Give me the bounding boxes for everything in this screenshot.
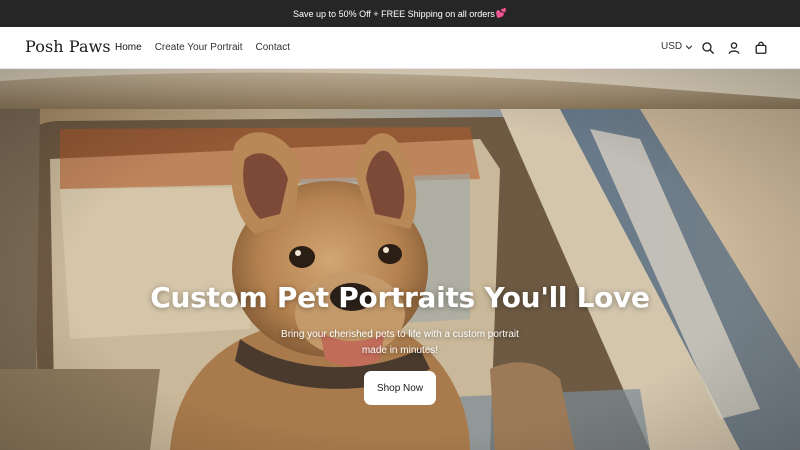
nav-contact[interactable]: Contact (256, 41, 290, 55)
nav-create-portrait[interactable]: Create Your Portrait (155, 41, 243, 55)
site-header: Posh Paws Home Create Your Portrait Cont… (0, 27, 800, 69)
heart-emoji: 💕 (495, 8, 507, 18)
cart-icon[interactable] (754, 41, 768, 55)
hero-title: Custom Pet Portraits You'll Love (150, 281, 650, 314)
main-nav: Home Create Your Portrait Contact (115, 41, 303, 55)
announcement-text: Save up to 50% Off + FREE Shipping on al… (293, 8, 495, 19)
announcement-bar: Save up to 50% Off + FREE Shipping on al… (0, 0, 800, 27)
shop-now-button[interactable]: Shop Now (364, 371, 436, 405)
store-logo[interactable]: Posh Paws (25, 37, 111, 56)
account-icon[interactable] (727, 41, 741, 55)
currency-label: USD (661, 41, 683, 52)
hero-subtitle: Bring your cherished pets to life with a… (281, 329, 519, 356)
nav-home[interactable]: Home (115, 41, 142, 55)
search-icon[interactable] (701, 41, 715, 55)
hero-banner: Custom Pet Portraits You'll Love Bring y… (0, 69, 800, 450)
chevron-down-icon (685, 44, 693, 49)
currency-selector[interactable]: USD (661, 41, 693, 52)
